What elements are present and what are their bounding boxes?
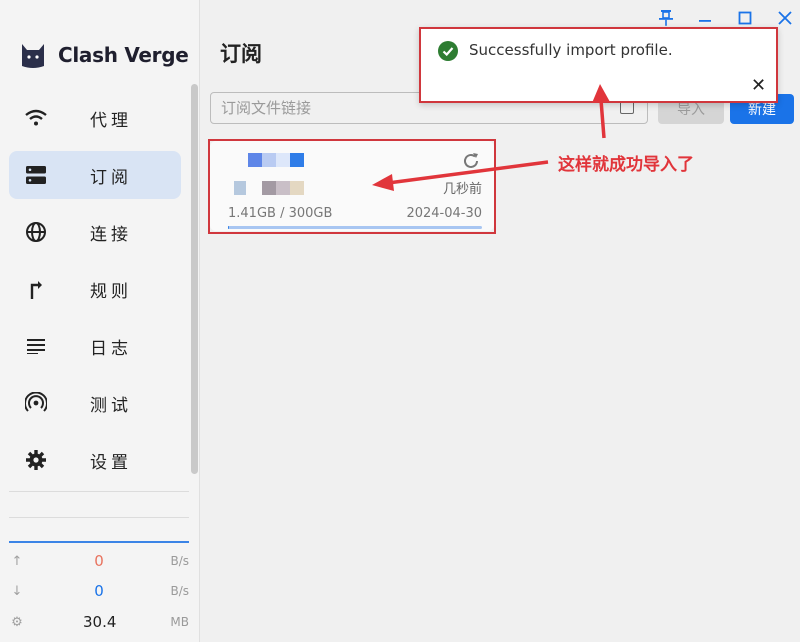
traffic-graph [9, 541, 189, 543]
sidebar-nav: 代理 订阅 连接 规则 日志 测试 设置 [9, 94, 181, 493]
sidebar-item-label: 设置 [90, 452, 132, 473]
memory-stat: ⚙ 30.4 MB [9, 610, 189, 634]
check-circle-icon [438, 41, 458, 61]
sidebar-item-rules[interactable]: 规则 [9, 265, 181, 313]
sidebar: Clash Verge 代理 订阅 连接 规则 日志 测试 设置 ↑ 0 B/s… [0, 0, 200, 642]
sidebar-scrollbar[interactable] [191, 84, 198, 474]
list-icon [23, 333, 49, 359]
wifi-icon [23, 105, 49, 131]
upload-value: 0 [94, 552, 104, 570]
gear-icon [23, 447, 49, 473]
download-stat: ↓ 0 B/s [9, 579, 189, 603]
close-icon[interactable]: ✕ [751, 75, 766, 96]
success-toast: Successfully import profile. ✕ [419, 27, 778, 103]
annotation-highlight-box [208, 139, 496, 234]
memory-value: 30.4 [83, 613, 117, 631]
arrow-up-icon: ↑ [11, 553, 23, 569]
sidebar-item-profiles[interactable]: 订阅 [9, 151, 181, 199]
close-icon[interactable] [775, 8, 795, 28]
sidebar-item-settings[interactable]: 设置 [9, 436, 181, 484]
divider [9, 491, 189, 492]
sidebar-item-label: 日志 [90, 338, 132, 359]
sidebar-item-proxy[interactable]: 代理 [9, 94, 181, 142]
app-name: Clash Verge [58, 43, 189, 67]
sidebar-item-label: 订阅 [90, 167, 132, 188]
app-logo: Clash Verge [18, 38, 189, 72]
page-title: 订阅 [220, 42, 262, 66]
memory-unit: MB [170, 615, 189, 629]
route-icon [23, 276, 49, 302]
pin-icon[interactable] [656, 8, 676, 28]
upload-stat: ↑ 0 B/s [9, 549, 189, 573]
annotation-label: 这样就成功导入了 [558, 155, 694, 175]
server-icon [23, 162, 49, 188]
sidebar-item-label: 测试 [90, 395, 132, 416]
sidebar-item-label: 代理 [90, 110, 132, 131]
memory-icon: ⚙ [11, 614, 23, 630]
sidebar-item-label: 规则 [90, 281, 132, 302]
toast-message: Successfully import profile. [469, 41, 673, 59]
broadcast-icon [23, 390, 49, 416]
upload-unit: B/s [170, 554, 189, 568]
download-unit: B/s [170, 584, 189, 598]
download-value: 0 [94, 582, 104, 600]
maximize-icon[interactable] [735, 8, 755, 28]
globe-icon [23, 219, 49, 245]
arrow-down-icon: ↓ [11, 583, 23, 599]
divider [9, 517, 189, 518]
minimize-icon[interactable] [695, 8, 715, 28]
sidebar-item-connections[interactable]: 连接 [9, 208, 181, 256]
sidebar-item-label: 连接 [90, 224, 132, 245]
cat-logo-icon [22, 44, 44, 68]
sidebar-item-logs[interactable]: 日志 [9, 322, 181, 370]
sidebar-item-test[interactable]: 测试 [9, 379, 181, 427]
